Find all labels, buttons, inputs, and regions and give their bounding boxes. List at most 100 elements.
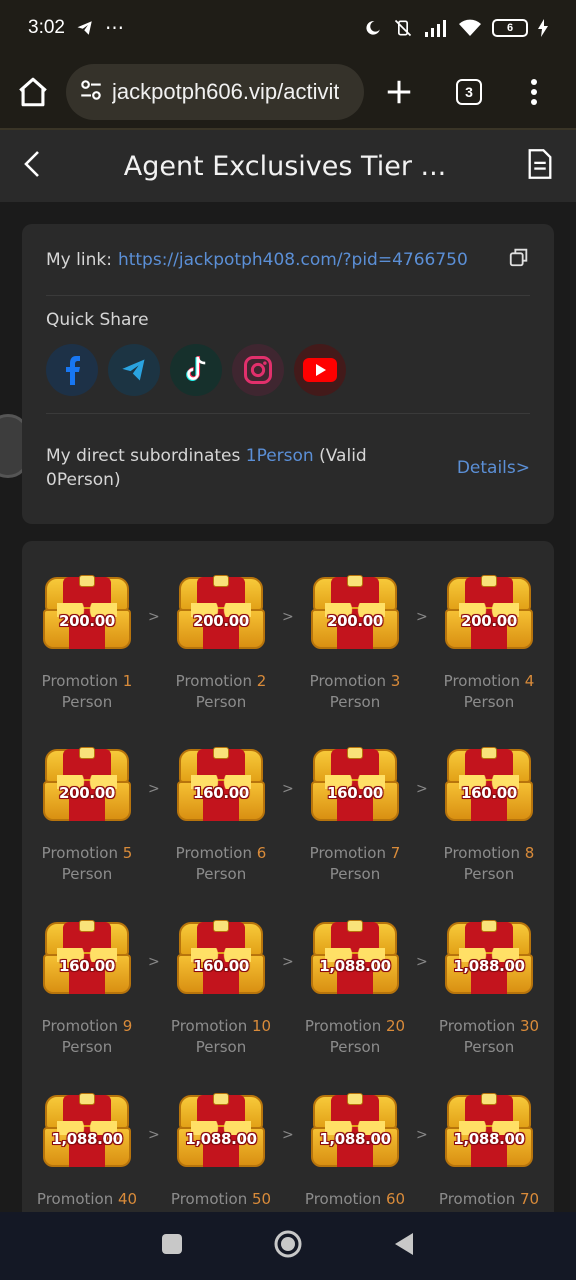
tier-number: 2 <box>256 672 267 690</box>
treasure-chest-icon: 1,088.00 <box>443 1091 535 1169</box>
tier-label: Promotion 8 Person <box>434 843 544 885</box>
tier-number: 9 <box>122 1017 133 1035</box>
home-icon[interactable] <box>16 75 50 109</box>
treasure-chest-icon: 200.00 <box>41 745 133 823</box>
promotion-tier: 200.00 Promotion 4 Person <box>434 573 544 713</box>
tier-prefix: Promotion <box>309 672 391 690</box>
tier-suffix: Person <box>463 693 515 711</box>
tier-prefix: Promotion <box>41 1017 123 1035</box>
treasure-chest-icon: 200.00 <box>443 573 535 651</box>
promotion-tier: 1,088.00 Promotion 50 <box>166 1091 276 1210</box>
telegram-notification-icon <box>75 19 95 37</box>
tier-suffix: Person <box>61 693 113 711</box>
back-arrow-icon[interactable] <box>22 149 44 183</box>
tier-label: Promotion 1 Person <box>32 671 142 713</box>
tier-number: 3 <box>390 672 401 690</box>
tier-prefix: Promotion <box>438 1190 520 1208</box>
tier-label: Promotion 20 Person <box>300 1016 410 1058</box>
tier-number: 60 <box>386 1190 406 1208</box>
tier-prefix: Promotion <box>443 672 525 690</box>
tier-label: Promotion 50 <box>166 1189 276 1210</box>
tiktok-icon[interactable] <box>170 344 222 396</box>
new-tab-icon[interactable] <box>384 77 414 107</box>
facebook-icon[interactable] <box>46 344 98 396</box>
reward-amount: 160.00 <box>58 957 116 975</box>
document-icon[interactable] <box>526 148 554 184</box>
treasure-chest-icon: 200.00 <box>175 573 267 651</box>
reward-amount: 1,088.00 <box>51 1130 123 1148</box>
tier-suffix: Person <box>329 693 381 711</box>
telegram-icon[interactable] <box>108 344 160 396</box>
charging-icon <box>538 19 548 37</box>
reward-amount: 200.00 <box>326 612 384 630</box>
reward-amount: 1,088.00 <box>453 1130 525 1148</box>
promotion-tier: 160.00 Promotion 6 Person <box>166 745 276 885</box>
tier-suffix: Person <box>61 1038 113 1056</box>
tier-number: 10 <box>252 1017 272 1035</box>
tier-prefix: Promotion <box>443 844 525 862</box>
recents-button[interactable] <box>161 1233 183 1259</box>
next-tier-arrow: > <box>282 1127 294 1143</box>
status-time: 3:02 <box>28 17 65 38</box>
my-link-url[interactable]: https://jackpotph408.com/?pid=4766750 <box>118 250 468 270</box>
tier-label: Promotion 60 <box>300 1189 410 1210</box>
next-tier-arrow: > <box>416 609 428 625</box>
more-notifications: ⋯ <box>104 17 124 39</box>
next-tier-arrow: > <box>416 1127 428 1143</box>
promotion-tier: 160.00 Promotion 7 Person <box>300 745 410 885</box>
reward-amount: 200.00 <box>58 784 116 802</box>
tier-number: 6 <box>256 844 267 862</box>
tab-switcher-button[interactable]: 3 <box>456 79 482 105</box>
copy-icon[interactable] <box>508 246 530 273</box>
tier-label: Promotion 9 Person <box>32 1016 142 1058</box>
tier-label: Promotion 4 Person <box>434 671 544 713</box>
tier-number: 70 <box>520 1190 540 1208</box>
tier-number: 1 <box>122 672 133 690</box>
promotion-tier: 1,088.00 Promotion 60 <box>300 1091 410 1210</box>
youtube-icon[interactable] <box>294 344 346 396</box>
tab-count: 3 <box>456 79 482 105</box>
details-link[interactable]: Details> <box>457 458 530 478</box>
treasure-chest-icon: 160.00 <box>309 745 401 823</box>
treasure-chest-icon: 160.00 <box>175 918 267 996</box>
tier-label: Promotion 3 Person <box>300 671 410 713</box>
reward-amount: 200.00 <box>460 612 518 630</box>
referral-card: My link: https://jackpotph408.com/?pid=4… <box>22 224 554 524</box>
tier-label: Promotion 40 <box>32 1189 142 1210</box>
promotion-tier: 1,088.00 Promotion 70 <box>434 1091 544 1210</box>
next-tier-arrow: > <box>148 1127 160 1143</box>
tier-label: Promotion 7 Person <box>300 843 410 885</box>
tier-suffix: Person <box>61 865 113 883</box>
browser-toolbar: jackpotph606.vip/activit 3 <box>0 56 576 130</box>
home-button[interactable] <box>273 1229 303 1263</box>
tier-suffix: Person <box>329 865 381 883</box>
my-link-row: My link: https://jackpotph408.com/?pid=4… <box>46 224 530 296</box>
reward-amount: 200.00 <box>58 612 116 630</box>
promotion-tier: 160.00 Promotion 8 Person <box>434 745 544 885</box>
url-bar[interactable]: jackpotph606.vip/activit <box>66 64 364 120</box>
tier-number: 8 <box>524 844 535 862</box>
next-tier-arrow: > <box>282 609 294 625</box>
tier-suffix: Person <box>463 1038 515 1056</box>
treasure-chest-icon: 160.00 <box>443 745 535 823</box>
next-tier-arrow: > <box>282 781 294 797</box>
my-link-label: My link: <box>46 249 112 270</box>
promotion-tier: 160.00 Promotion 10 Person <box>166 918 276 1058</box>
tier-number: 4 <box>524 672 535 690</box>
next-tier-arrow: > <box>416 954 428 970</box>
back-button[interactable] <box>393 1231 415 1261</box>
wifi-icon <box>458 19 482 37</box>
promotion-tier: 1,088.00 Promotion 30 Person <box>434 918 544 1058</box>
instagram-icon[interactable] <box>232 344 284 396</box>
next-tier-arrow: > <box>282 954 294 970</box>
browser-menu-icon[interactable] <box>530 79 538 105</box>
reward-amount: 160.00 <box>460 784 518 802</box>
treasure-chest-icon: 160.00 <box>175 745 267 823</box>
treasure-chest-icon: 1,088.00 <box>443 918 535 996</box>
tier-suffix: Person <box>195 1038 247 1056</box>
tier-number: 50 <box>252 1190 272 1208</box>
site-settings-icon[interactable] <box>78 77 104 107</box>
treasure-chest-icon: 1,088.00 <box>309 918 401 996</box>
next-tier-arrow: > <box>148 609 160 625</box>
subordinates-row: My direct subordinates 1Person (Valid 0P… <box>46 414 530 522</box>
